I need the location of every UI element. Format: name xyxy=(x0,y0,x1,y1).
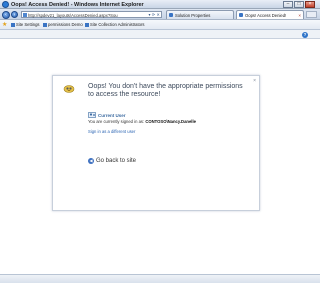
page-content: × Oops! You don't have the appropriate p… xyxy=(0,39,320,274)
window-title: Oops! Access Denied! - Windows Internet … xyxy=(11,1,144,8)
back-button[interactable]: ‹ xyxy=(2,10,10,19)
current-user-label: Current User xyxy=(98,112,126,118)
favorite-site-settings[interactable]: Site Settings xyxy=(11,22,40,27)
minimize-button[interactable]: – xyxy=(283,1,293,8)
tab-solution-properties[interactable]: Solution Properties xyxy=(166,10,234,19)
tab-label: Solution Properties xyxy=(175,13,211,18)
sign-in-different-user-link[interactable]: Sign in as a different user xyxy=(88,129,135,134)
help-icon[interactable]: ? xyxy=(302,31,308,38)
page-icon xyxy=(23,13,27,17)
signed-in-info: You are currently signed in as: CONTOSO\… xyxy=(88,119,196,124)
tab-favicon xyxy=(239,13,243,17)
address-url[interactable]: http://spdev21_layouts/AccessDenied.aspx… xyxy=(28,13,148,18)
favorite-icon xyxy=(11,22,15,27)
favorites-bar: ★ Site Settings permissions Demo Site Co… xyxy=(0,20,320,30)
access-denied-icon xyxy=(63,85,75,93)
error-message: Oops! You don't have the appropriate per… xyxy=(88,83,243,98)
address-bar[interactable]: http://spdev21_layouts/AccessDenied.aspx… xyxy=(21,11,162,18)
favorite-icon xyxy=(85,22,89,27)
maximize-button[interactable]: □ xyxy=(294,1,304,8)
tab-favicon xyxy=(169,13,173,17)
internet-explorer-icon xyxy=(2,1,9,8)
back-arrow-icon[interactable]: ◀ xyxy=(88,158,94,164)
favorite-site-collection-admins[interactable]: Site Collection Administrators xyxy=(85,22,144,27)
current-user-icon xyxy=(88,112,96,118)
toolbar-row: ? xyxy=(0,30,320,39)
tab-access-denied[interactable]: Oops! Access Denied! × xyxy=(236,10,304,19)
tab-label: Oops! Access Denied! xyxy=(245,13,287,18)
status-bar xyxy=(0,274,320,283)
forward-button[interactable]: › xyxy=(11,11,18,18)
favorites-star-icon[interactable]: ★ xyxy=(2,22,7,28)
refresh-stop-icons[interactable]: ▾ ⟳ ✕ xyxy=(149,12,160,17)
new-tab-button[interactable] xyxy=(306,11,317,18)
window-titlebar: Oops! Access Denied! - Windows Internet … xyxy=(0,0,320,9)
go-back-to-site-link[interactable]: Go back to site xyxy=(96,158,136,164)
access-denied-dialog: × Oops! You don't have the appropriate p… xyxy=(52,75,260,211)
favorite-icon xyxy=(43,22,47,27)
favorite-permissions-demo[interactable]: permissions Demo xyxy=(43,22,83,27)
close-window-button[interactable]: × xyxy=(305,1,315,8)
signed-in-text: You are currently signed in as: xyxy=(88,119,145,124)
signed-in-user: CONTOSO\Nancy.Danelle xyxy=(145,119,196,124)
navigation-bar: ‹ › http://spdev21_layouts/AccessDenied.… xyxy=(0,9,320,20)
dialog-close-icon[interactable]: × xyxy=(253,78,256,84)
tab-close-icon[interactable]: × xyxy=(298,13,301,18)
